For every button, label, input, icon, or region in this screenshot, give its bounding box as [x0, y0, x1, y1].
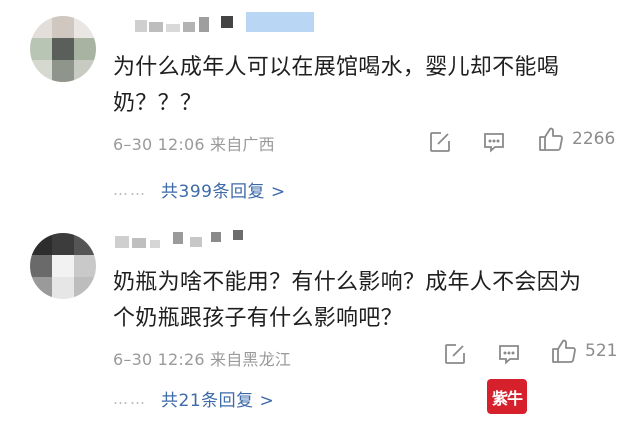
like-count: 2266: [572, 129, 616, 149]
reply-button[interactable]: [482, 130, 506, 154]
edit-button[interactable]: [443, 342, 467, 366]
view-replies-link[interactable]: …… 共21条回复 >: [113, 386, 275, 412]
like-button[interactable]: 521: [550, 337, 617, 365]
edit-square-icon: [430, 132, 450, 152]
comment-item: 为什么成年人可以在展馆喝水，婴儿却不能喝 奶？？？ 6–30 12:06 来自广…: [0, 0, 640, 215]
replies-label: 共21条回复 >: [161, 391, 275, 411]
thumbs-up-icon: [539, 127, 563, 151]
comment-text: 奶瓶为啥不能用？有什么影响？成年人不会因为 个奶瓶跟孩子有什么影响吧？: [113, 270, 582, 331]
watermark-logo: 紫牛: [487, 379, 527, 414]
comment-item: 奶瓶为啥不能用？有什么影响？成年人不会因为 个奶瓶跟孩子有什么影响吧？ 6–30…: [0, 215, 640, 433]
edit-square-icon: [445, 344, 465, 364]
comment-bubble-icon: [484, 133, 504, 153]
comment-bubble-icon: [499, 345, 519, 365]
reply-button[interactable]: [497, 342, 521, 366]
like-count: 521: [585, 341, 618, 361]
comment-meta: 6–30 12:06 来自广西: [113, 135, 275, 154]
dots-separator: ……: [113, 180, 147, 199]
dots-separator: ……: [113, 389, 147, 408]
like-button[interactable]: 2266: [537, 125, 615, 153]
replies-label: 共399条回复 >: [161, 182, 286, 202]
avatar[interactable]: [30, 16, 96, 82]
view-replies-link[interactable]: …… 共399条回复 >: [113, 177, 286, 203]
edit-button[interactable]: [428, 130, 452, 154]
comment-text: 为什么成年人可以在展馆喝水，婴儿却不能喝 奶？？？: [113, 55, 560, 116]
comment-meta: 6–30 12:26 来自黑龙江: [113, 350, 292, 369]
thumbs-up-icon: [552, 339, 576, 363]
watermark-text: 紫牛: [491, 388, 523, 408]
avatar[interactable]: [30, 233, 96, 299]
